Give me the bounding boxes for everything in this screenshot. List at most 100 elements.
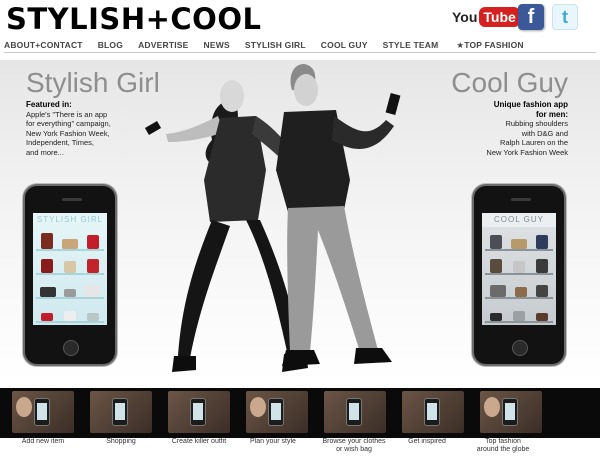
cool-guy-blurb: Unique fashion app for men: Rubbing shou… bbox=[450, 100, 568, 157]
phone-screen-title: STYLISH GIRL bbox=[36, 215, 104, 224]
phone-screen: STYLISH GIRL bbox=[33, 213, 107, 325]
nav-style-team[interactable]: STYLE TEAM bbox=[383, 39, 439, 52]
thumbnail-create-outfit[interactable] bbox=[168, 391, 230, 433]
girl-phone bbox=[144, 121, 162, 135]
clothing-item bbox=[535, 313, 548, 321]
models-photo bbox=[144, 64, 401, 372]
cool-guy-phone[interactable]: COOL GUY bbox=[472, 184, 566, 366]
person-face bbox=[16, 397, 32, 417]
cool-guy-title[interactable]: Cool Guy bbox=[451, 68, 568, 98]
phone-icon bbox=[346, 398, 362, 426]
nav-top-fashion[interactable]: ★TOP FASHION bbox=[456, 39, 523, 52]
phone-icon bbox=[502, 398, 518, 426]
thumbnail-add-new-item[interactable] bbox=[12, 391, 74, 433]
thumbnail-get-inspired[interactable] bbox=[402, 391, 464, 433]
clothing-item bbox=[63, 261, 76, 273]
clothing-item bbox=[63, 311, 76, 321]
blurb-line: Independent, Times, bbox=[26, 138, 94, 147]
caption-browse-clothes: Browse your clothes or wish bag bbox=[322, 438, 386, 453]
stylish-girl-phone[interactable]: STYLISH GIRL bbox=[23, 184, 117, 366]
closet-shelf bbox=[485, 301, 553, 323]
facebook-icon[interactable]: f bbox=[518, 4, 544, 30]
feature-thumbnails bbox=[12, 391, 558, 433]
stylish-girl-blurb: Featured in: Apple's "There is an app fo… bbox=[26, 100, 136, 157]
blurb-line: with D&G and bbox=[521, 128, 568, 138]
hero-banner: Stylish Girl Featured in: Apple's "There… bbox=[0, 60, 600, 382]
nav-cool-guy[interactable]: COOL GUY bbox=[321, 39, 368, 52]
cool-guy-blurb-heading: for men: bbox=[536, 109, 568, 119]
blurb-line: and more... bbox=[26, 147, 64, 157]
guy-phone bbox=[385, 93, 401, 115]
clothing-item bbox=[61, 239, 78, 249]
person-face bbox=[484, 397, 500, 417]
caption-top-fashion: Top fashion around the globe bbox=[476, 438, 530, 453]
clothing-item bbox=[40, 287, 56, 297]
closet-shelf bbox=[36, 301, 104, 323]
main-nav: ABOUT+CONTACT BLOG ADVERTISE NEWS STYLIS… bbox=[4, 39, 596, 53]
nav-stylish-girl[interactable]: STYLISH GIRL bbox=[245, 39, 306, 52]
girl-left-leg bbox=[178, 220, 230, 358]
clothing-item bbox=[40, 233, 53, 249]
clothing-item bbox=[535, 259, 548, 273]
phone-icon bbox=[190, 398, 206, 426]
clothing-item bbox=[41, 259, 54, 273]
closet-shelf bbox=[36, 253, 104, 275]
site-logo[interactable]: STYLISH+COOL bbox=[6, 2, 261, 36]
guy-left-shoe bbox=[282, 350, 320, 366]
stylish-girl-blurb-heading: Featured in: bbox=[26, 100, 72, 109]
nav-blog[interactable]: BLOG bbox=[98, 39, 123, 52]
thumbnail-shopping[interactable] bbox=[90, 391, 152, 433]
guy-face bbox=[294, 74, 318, 106]
nav-advertise[interactable]: ADVERTISE bbox=[138, 39, 188, 52]
nav-about-contact[interactable]: ABOUT+CONTACT bbox=[4, 39, 83, 52]
closet-shelf bbox=[485, 253, 553, 275]
caption-get-inspired: Get inspired bbox=[408, 438, 446, 445]
caption-plan-style: Plan your style bbox=[250, 438, 296, 445]
thumbnail-captions: Add new item Shopping Create killer outf… bbox=[0, 438, 600, 458]
blurb-line: Ralph Lauren on the bbox=[500, 138, 568, 147]
blurb-line: Apple's "There is an app bbox=[26, 109, 108, 119]
closet-shelf bbox=[36, 277, 104, 299]
caption-shopping: Shopping bbox=[106, 438, 136, 445]
phone-icon bbox=[424, 398, 440, 426]
nav-news[interactable]: NEWS bbox=[204, 39, 230, 52]
blurb-line: New York Fashion Week bbox=[486, 147, 568, 157]
blurb-line: New York Fashion Week, bbox=[26, 128, 110, 138]
youtube-icon[interactable]: You Tube bbox=[452, 4, 520, 30]
caption-add-new-item: Add new item bbox=[21, 438, 65, 445]
caption-create-outfit: Create killer outfit bbox=[171, 438, 227, 445]
clothing-item bbox=[490, 259, 503, 273]
phone-speaker bbox=[511, 198, 531, 201]
phone-screen: COOL GUY bbox=[482, 213, 556, 325]
phone-screen-title: COOL GUY bbox=[482, 213, 556, 227]
clothing-item bbox=[510, 239, 527, 249]
cool-guy-blurb-heading: Unique fashion app bbox=[493, 100, 568, 109]
clothing-item bbox=[64, 289, 76, 297]
guy-model bbox=[276, 64, 401, 366]
youtube-you-text: You bbox=[452, 9, 478, 25]
clothing-item bbox=[87, 235, 100, 249]
clothing-item bbox=[536, 235, 549, 249]
girl-face bbox=[220, 80, 244, 112]
phone-home-button bbox=[512, 340, 528, 356]
phone-icon bbox=[112, 398, 128, 426]
blurb-line: Rubbing shoulders bbox=[505, 119, 568, 128]
guy-trousers bbox=[287, 206, 378, 352]
clothing-item bbox=[489, 285, 506, 297]
clothing-item bbox=[512, 311, 525, 321]
closet-shelf bbox=[36, 229, 104, 251]
twitter-icon[interactable]: t bbox=[552, 4, 578, 30]
closet-shelf bbox=[485, 229, 553, 251]
thumbnail-plan-style[interactable] bbox=[246, 391, 308, 433]
clothing-item bbox=[84, 285, 100, 297]
blurb-line: for everything" campaign, bbox=[26, 119, 111, 128]
thumbnail-browse-clothes[interactable] bbox=[324, 391, 386, 433]
phone-home-button bbox=[63, 340, 79, 356]
thumbnail-top-fashion[interactable] bbox=[480, 391, 542, 433]
guy-right-shoe bbox=[354, 348, 392, 364]
closet-shelf bbox=[485, 277, 553, 299]
clothing-item bbox=[490, 313, 503, 321]
clothing-item bbox=[86, 313, 99, 321]
girl-left-boot bbox=[172, 356, 196, 372]
clothing-item bbox=[489, 235, 502, 249]
